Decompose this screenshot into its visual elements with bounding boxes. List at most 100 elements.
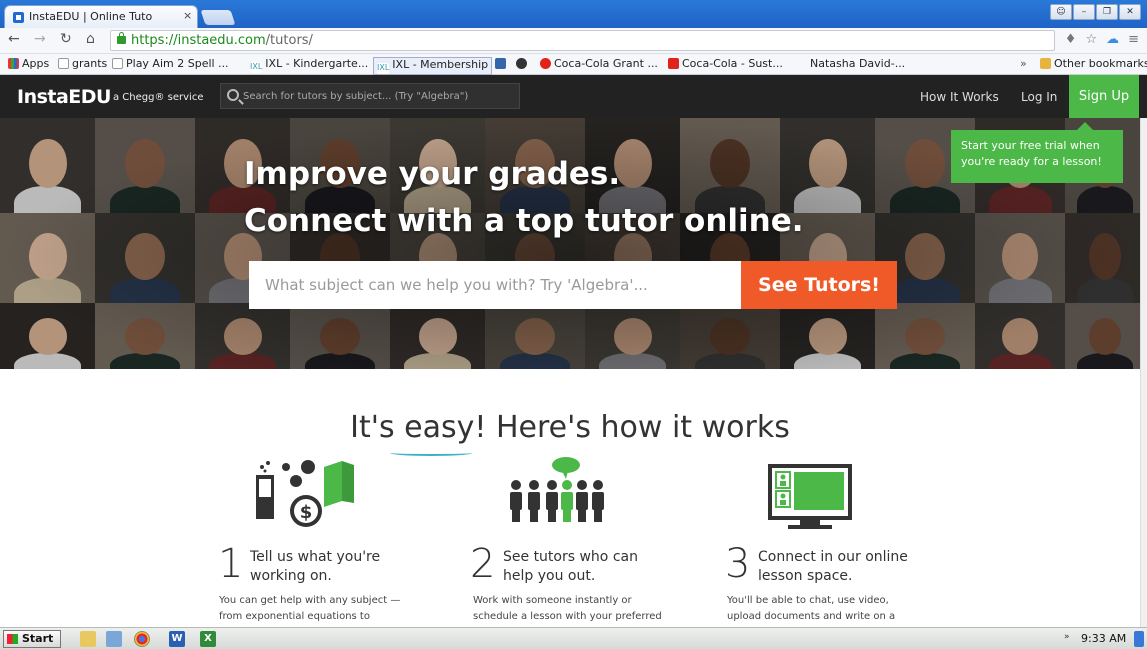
bookmark-ixl-kindergarten[interactable]: IXL IXL - Kindergarte... [250, 57, 368, 73]
coca-cola-icon [668, 58, 679, 69]
sign-up-button[interactable]: Sign Up [1069, 75, 1139, 118]
calendar-icon [495, 58, 506, 69]
browser-tab-instaedu[interactable]: InstaEDU | Online Tuto × [4, 5, 198, 28]
nav-how-it-works[interactable]: How It Works [920, 90, 999, 104]
bookmark-label: IXL - Kindergarte... [265, 57, 369, 70]
bookmark-play-aim[interactable]: Play Aim 2 Spell ... [112, 57, 229, 70]
bookmarks-bar: Apps grants Play Aim 2 Spell ... IXL IXL … [0, 54, 1147, 75]
bookmark-apps[interactable]: Apps [8, 57, 49, 70]
ixl-icon: IXL [377, 63, 390, 74]
start-button[interactable]: Start [3, 630, 61, 648]
step-3-description: You'll be able to chat, use video, uploa… [727, 593, 895, 625]
url-text: https://instaedu.com/tutors/ [131, 33, 313, 48]
logo-tagline: a Chegg® service [113, 92, 204, 103]
site-header: InstaEDU a Chegg® service How It Works L… [0, 75, 1147, 118]
bookmark-calendar[interactable] [495, 57, 509, 70]
chrome-taskbar-icon[interactable] [134, 631, 150, 647]
see-tutors-button[interactable]: See Tutors! [741, 261, 897, 309]
bookmark-label: Coca-Cola - Sust... [682, 57, 783, 70]
tray-expand-icon[interactable]: » [1064, 632, 1070, 642]
excel-taskbar-icon[interactable]: X [200, 631, 216, 647]
step-1-text-line1: You can get help with any subject — [219, 595, 401, 606]
forward-arrow-icon[interactable]: → [34, 31, 46, 47]
bookmark-natasha[interactable]: Natasha David-... [810, 57, 905, 70]
step-1-text-line2: from exponential equations to [219, 611, 370, 622]
step-3-text-line1: You'll be able to chat, use video, [727, 595, 889, 606]
bookmark-coca-cola-grant[interactable]: Coca-Cola Grant ... [540, 57, 658, 70]
close-window-icon[interactable]: ✕ [1119, 4, 1141, 20]
bookmark-label: grants [72, 57, 108, 70]
windows-taskbar: Start W X » 9:33 AM [0, 627, 1147, 649]
step-3-number: 3 [725, 541, 751, 587]
folder-taskbar-icon[interactable] [80, 631, 96, 647]
easy-underline-decoration [390, 450, 472, 456]
show-desktop-icon[interactable] [1134, 631, 1144, 647]
free-trial-tooltip: Start your free trial when you're ready … [951, 122, 1123, 183]
how-title-pre: It's [350, 410, 405, 445]
minimize-icon[interactable]: – [1073, 4, 1095, 20]
menu-icon[interactable]: ≡ [1128, 32, 1139, 47]
maximize-icon[interactable]: ❐ [1096, 4, 1118, 20]
reload-icon[interactable]: ↻ [60, 31, 72, 47]
bookmark-label: IXL - Membership [392, 58, 489, 71]
user-icon[interactable]: ☺ [1050, 4, 1072, 20]
header-search-input[interactable] [243, 87, 513, 105]
step-2-text-line2: schedule a lesson with your preferred [473, 611, 662, 622]
tutors-group-icon [510, 457, 604, 522]
subject-search-input[interactable] [249, 261, 741, 309]
svg-text:$: $ [300, 502, 313, 523]
nav-log-in[interactable]: Log In [1021, 90, 1057, 104]
step-3-text-line2: upload documents and write on a [727, 611, 896, 622]
page-icon [112, 58, 123, 69]
extension-icon[interactable]: ♦ [1065, 32, 1077, 47]
step-3-heading-line2: lesson space. [758, 568, 853, 584]
hero-headline-line1: Improve your grades. [244, 156, 621, 192]
bookmark-label: Apps [22, 57, 50, 70]
bookmark-label: Other bookmarks [1054, 57, 1147, 70]
apps-grid-icon [8, 58, 19, 69]
bookmark-label: Coca-Cola Grant ... [554, 57, 658, 70]
toolbar-right: ♦ ☆ ☁ ≡ [1065, 32, 1139, 47]
bookmark-ixl-membership[interactable]: IXL IXL - Membership [373, 57, 493, 75]
step-2-text-line1: Work with someone instantly or [473, 595, 632, 606]
step-1-number: 1 [218, 541, 244, 587]
back-arrow-icon[interactable]: ← [8, 31, 20, 47]
address-bar[interactable]: https://instaedu.com/tutors/ [110, 30, 1055, 51]
instaedu-logo[interactable]: InstaEDU [17, 86, 112, 108]
home-icon[interactable]: ⌂ [86, 31, 95, 47]
how-title-post: ! Here's how it works [474, 410, 790, 445]
screen: InstaEDU | Online Tuto × ☺ – ❐ ✕ ← → ↻ ⌂… [0, 0, 1147, 649]
window-controls: ☺ – ❐ ✕ [1050, 4, 1141, 20]
bookmark-other[interactable]: Other bookmarks [1040, 57, 1147, 70]
https-lock-icon [117, 32, 126, 44]
tooltip-line2: you're ready for a lesson! [961, 155, 1102, 168]
step-2-heading: See tutors who can help you out. [503, 548, 638, 586]
network-taskbar-icon[interactable] [106, 631, 122, 647]
folder-icon [1040, 58, 1051, 69]
bookmark-coca-cola-sust[interactable]: Coca-Cola - Sust... [668, 57, 783, 70]
tab-close-icon[interactable]: × [183, 9, 192, 22]
bookmarks-overflow-chevron-icon[interactable]: » [1020, 57, 1027, 70]
new-tab-button[interactable] [200, 10, 236, 25]
bookmark-star-icon[interactable]: ☆ [1085, 32, 1097, 47]
step-2-number: 2 [470, 541, 496, 587]
bookmark-globe[interactable] [516, 57, 530, 70]
cloud-icon[interactable]: ☁ [1106, 32, 1119, 47]
url-host: https://instaedu.com [131, 33, 266, 48]
url-path: /tutors/ [265, 33, 313, 48]
lesson-space-monitor-icon [768, 464, 852, 529]
coca-cola-icon [540, 58, 551, 69]
header-search-box[interactable] [220, 83, 520, 109]
bookmark-grants[interactable]: grants [58, 57, 107, 70]
step-2-description: Work with someone instantly or schedule … [473, 593, 662, 625]
taskbar-clock[interactable]: 9:33 AM [1081, 632, 1126, 645]
step-2-heading-line1: See tutors who can [503, 549, 638, 565]
step-1-description: You can get help with any subject — from… [219, 593, 400, 625]
step-1-heading: Tell us what you're working on. [250, 548, 380, 586]
word-taskbar-icon[interactable]: W [169, 631, 185, 647]
page-scrollbar[interactable] [1140, 118, 1147, 627]
step-3-heading: Connect in our online lesson space. [758, 548, 908, 586]
hero-headline-line2: Connect with a top tutor online. [244, 203, 804, 239]
step-1-heading-line1: Tell us what you're [250, 549, 381, 565]
browser-tab-strip: InstaEDU | Online Tuto × ☺ – ❐ ✕ [0, 0, 1147, 28]
